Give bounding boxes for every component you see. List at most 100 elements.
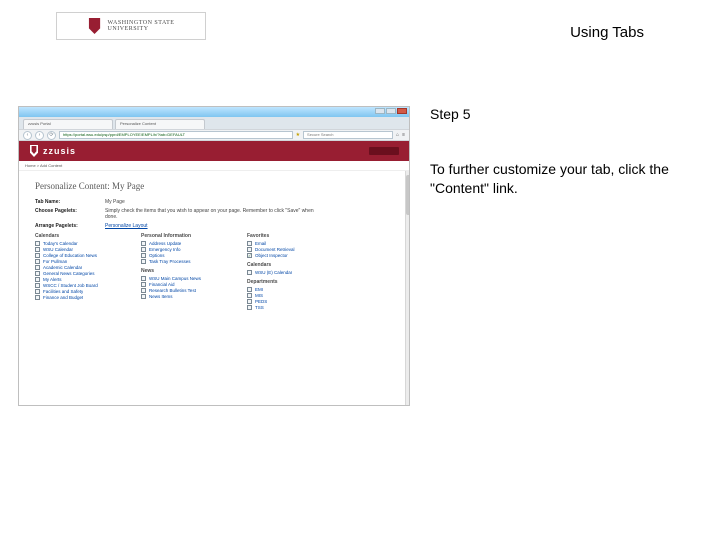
list-item[interactable]: MIS: [247, 293, 335, 298]
tabname-value: My Page: [105, 199, 125, 205]
reload-icon[interactable]: ⟳: [47, 131, 56, 140]
list-item[interactable]: WSU (E) Calendar: [247, 270, 335, 275]
list-item[interactable]: TSS: [247, 305, 335, 310]
column-departments-title: Departments: [247, 279, 335, 285]
arrange-pagelets-label: Arrange Pagelets:: [35, 223, 93, 229]
window-max-icon[interactable]: [386, 108, 396, 114]
checkbox-icon[interactable]: [141, 282, 146, 287]
list-item[interactable]: My Alerts: [35, 277, 123, 282]
checkbox-icon[interactable]: [35, 271, 40, 276]
list-item[interactable]: For Pullman: [35, 259, 123, 264]
list-item[interactable]: News Items: [141, 294, 229, 299]
list-item[interactable]: Financial Aid: [141, 282, 229, 287]
checkbox-icon[interactable]: [247, 287, 252, 292]
checkbox-icon[interactable]: [35, 295, 40, 300]
list-item[interactable]: College of Education News: [35, 253, 123, 258]
browser-search-field[interactable]: Secure Search: [303, 131, 393, 139]
checkbox-icon[interactable]: [141, 241, 146, 246]
checkbox-icon[interactable]: [35, 289, 40, 294]
checkbox-icon[interactable]: [247, 293, 252, 298]
column-calendars-title: Calendars: [35, 233, 123, 239]
checkbox-icon[interactable]: [141, 259, 146, 264]
choose-pagelets-text: Simply check the items that you wish to …: [105, 208, 325, 220]
column-news-title: News: [141, 268, 229, 274]
browser-screenshot: zzusis Portal Personalize Content ‹ › ⟳ …: [18, 106, 410, 406]
list-item[interactable]: Task Tray Processes: [141, 259, 229, 264]
menu-icon[interactable]: ≡: [402, 132, 405, 138]
step-body: To further customize your tab, click the…: [430, 160, 675, 198]
checkbox-icon[interactable]: [35, 253, 40, 258]
list-item[interactable]: Academic Calendar: [35, 265, 123, 270]
window-close-icon[interactable]: [397, 108, 407, 114]
list-item[interactable]: Facilities and Safety: [35, 289, 123, 294]
checkbox-icon[interactable]: [35, 259, 40, 264]
column-personal-title: Personal Information: [141, 233, 229, 239]
checkbox-icon[interactable]: [35, 247, 40, 252]
checkbox-icon[interactable]: [247, 305, 252, 310]
checkbox-icon[interactable]: [141, 253, 146, 258]
column-personal-info: Personal Information Address Update Emer…: [141, 233, 229, 311]
list-item[interactable]: Document Retrieval: [247, 247, 335, 252]
list-item[interactable]: EMI: [247, 287, 335, 292]
list-item[interactable]: WSU Calendar: [35, 247, 123, 252]
home-icon[interactable]: ⌂: [396, 132, 399, 138]
step-heading: Step 5: [430, 106, 675, 122]
back-icon[interactable]: ‹: [23, 131, 32, 140]
url-field[interactable]: https://portal.wsu.edu/psp/pprd/EMPLOYEE…: [59, 131, 293, 139]
wsu-logo-text: WASHINGTON STATE UNIVERSITY: [108, 20, 175, 32]
scrollbar[interactable]: [405, 171, 410, 405]
list-item[interactable]: Research Bulletins Test: [141, 288, 229, 293]
choose-pagelets-label: Choose Pagelets:: [35, 208, 93, 220]
wsu-logo-box: WASHINGTON STATE UNIVERSITY: [56, 12, 206, 40]
page-title: Using Tabs: [570, 24, 644, 41]
breadcrumb[interactable]: Home > Add Content: [19, 161, 409, 171]
tabname-label: Tab Name:: [35, 199, 93, 205]
checkbox-icon[interactable]: [247, 241, 252, 246]
checkbox-icon[interactable]: [141, 247, 146, 252]
mock-page-content: Personalize Content: My Page Tab Name: M…: [19, 171, 409, 405]
list-item[interactable]: PEDS: [247, 299, 335, 304]
column-calendars2-title: Calendars: [247, 262, 335, 268]
list-item[interactable]: Email: [247, 241, 335, 246]
checkbox-icon[interactable]: [247, 299, 252, 304]
zzusis-brand-text: zzusis: [43, 146, 76, 156]
checkbox-icon[interactable]: [247, 253, 252, 258]
window-min-icon[interactable]: [375, 108, 385, 114]
list-item[interactable]: Finance and Budget: [35, 295, 123, 300]
checkbox-icon[interactable]: [35, 241, 40, 246]
mock-page-heading: Personalize Content: My Page: [35, 181, 401, 191]
browser-tab-1[interactable]: zzusis Portal: [23, 119, 113, 129]
checkbox-icon[interactable]: [247, 270, 252, 275]
checkbox-icon[interactable]: [141, 294, 146, 299]
browser-tab-2[interactable]: Personalize Content: [115, 119, 205, 129]
banner-button[interactable]: [369, 147, 399, 155]
list-item[interactable]: WSU Main Campus News: [141, 276, 229, 281]
shield-icon: [88, 18, 102, 34]
checkbox-icon[interactable]: [35, 265, 40, 270]
personalize-layout-link[interactable]: Personalize Layout: [105, 223, 148, 229]
column-calendars: Calendars Today's Calendar WSU Calendar …: [35, 233, 123, 311]
list-item[interactable]: Today's Calendar: [35, 241, 123, 246]
instruction-panel: Step 5 To further customize your tab, cl…: [430, 106, 675, 198]
logo-line-2: UNIVERSITY: [108, 26, 175, 32]
bookmark-star-icon[interactable]: ★: [296, 132, 300, 138]
shield-icon: [29, 145, 39, 157]
list-item[interactable]: Emergency Info: [141, 247, 229, 252]
scrollbar-thumb[interactable]: [406, 175, 410, 215]
checkbox-icon[interactable]: [247, 247, 252, 252]
list-item[interactable]: Object Inspector: [247, 253, 335, 258]
list-item[interactable]: Options: [141, 253, 229, 258]
browser-titlebar: [19, 107, 409, 117]
checkbox-icon[interactable]: [141, 276, 146, 281]
checkbox-icon[interactable]: [141, 288, 146, 293]
checkbox-icon[interactable]: [35, 277, 40, 282]
checkbox-icon[interactable]: [35, 283, 40, 288]
column-favorites: Favorites Email Document Retrieval Objec…: [247, 233, 335, 311]
column-favorites-title: Favorites: [247, 233, 335, 239]
list-item[interactable]: General News Categories: [35, 271, 123, 276]
browser-tabs: zzusis Portal Personalize Content: [19, 117, 409, 129]
list-item[interactable]: WSCC / Student Job Board: [35, 283, 123, 288]
forward-icon[interactable]: ›: [35, 131, 44, 140]
list-item[interactable]: Address Update: [141, 241, 229, 246]
window-buttons: [375, 108, 407, 114]
